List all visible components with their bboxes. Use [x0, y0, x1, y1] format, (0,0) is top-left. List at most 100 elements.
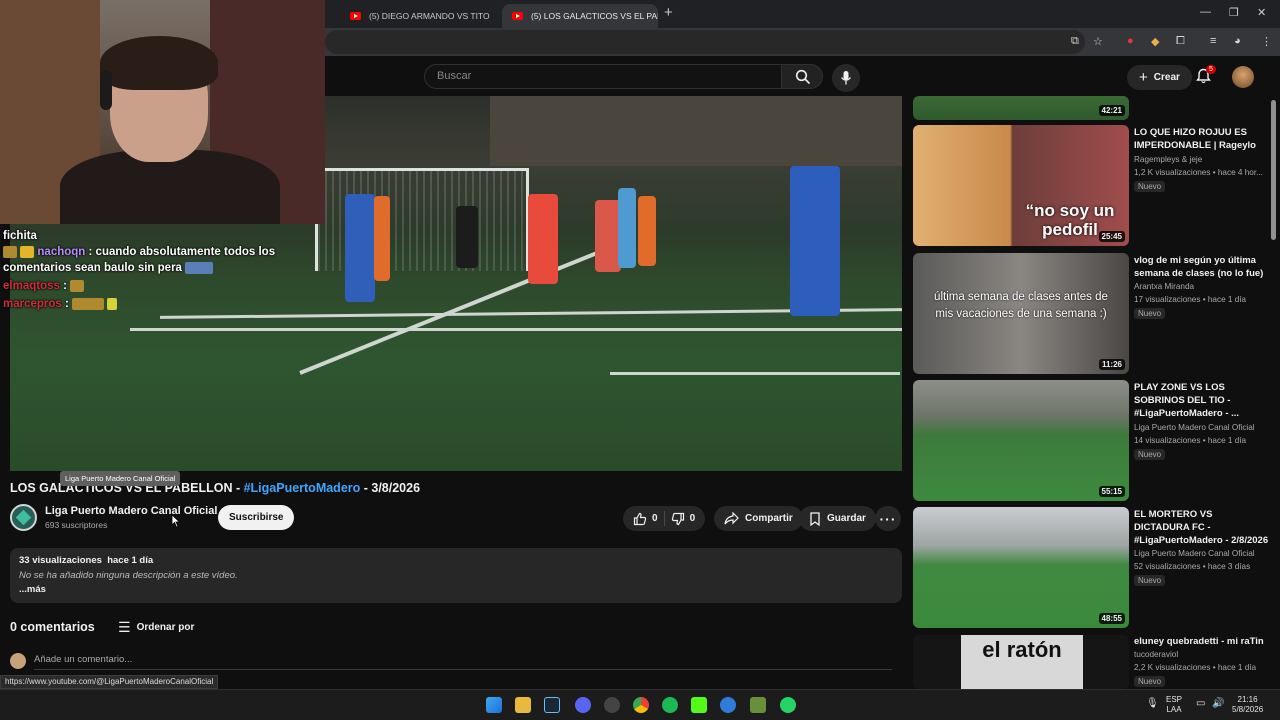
- browser-tab-1[interactable]: (5) DIEGO ARMANDO VS TITO ✕: [340, 4, 498, 28]
- recommended-title[interactable]: PLAY ZONE VS LOS SOBRINOS DEL TIO - #Lig…: [1134, 381, 1269, 420]
- description-box[interactable]: 33 visualizaciones hace 1 día No se ha a…: [10, 548, 902, 603]
- chat-text: :: [61, 298, 69, 310]
- chat-username: elmaqtoss: [3, 280, 60, 292]
- new-tab-icon[interactable]: +: [664, 4, 673, 21]
- language-code: ESP: [1166, 695, 1183, 704]
- sort-icon: ☰: [118, 619, 131, 635]
- page-scrollbar[interactable]: [1271, 100, 1276, 240]
- extension-icon[interactable]: ●: [1127, 35, 1134, 47]
- plus-icon: +: [1139, 69, 1148, 86]
- language-indicator[interactable]: ESP LAA: [1166, 695, 1182, 715]
- address-bar[interactable]: [325, 30, 1085, 54]
- spotify-icon[interactable]: [662, 697, 678, 713]
- more-actions-button[interactable]: ···: [875, 506, 901, 531]
- chat-username: marcepros: [3, 298, 62, 310]
- sort-comments-button[interactable]: ☰ Ordenar por: [118, 619, 194, 636]
- recommended-meta: 52 visualizaciones • hace 3 días: [1134, 562, 1251, 571]
- chrome-icon[interactable]: [633, 697, 649, 713]
- subscribe-button[interactable]: Suscribirse: [218, 505, 295, 530]
- microphone-tray-icon[interactable]: 🎙: [1146, 699, 1159, 709]
- recommended-channel[interactable]: Arantxa Miranda: [1134, 282, 1269, 291]
- show-more-link[interactable]: ...más: [19, 584, 893, 595]
- recommended-thumbnail[interactable]: última semana de clases antes de mis vac…: [913, 253, 1129, 374]
- bookmark-star-icon[interactable]: ☆: [1093, 35, 1103, 48]
- thumbnail-overlay-text: última semana de clases antes de mis vac…: [934, 291, 1108, 320]
- recommended-title[interactable]: LO QUE HIZO ROJUU ES IMPERDONABLE | Rage…: [1134, 126, 1269, 152]
- sort-label: Ordenar por: [136, 622, 195, 633]
- reading-list-icon[interactable]: ≡: [1210, 35, 1216, 47]
- volume-icon[interactable]: 🔊: [1212, 699, 1224, 709]
- thumbs-down-icon: [671, 512, 684, 525]
- extension-icon[interactable]: ◆: [1151, 35, 1159, 48]
- network-icon[interactable]: ▭: [1196, 699, 1205, 709]
- discord-icon[interactable]: [575, 697, 591, 713]
- keyboard-layout: LAA: [1166, 705, 1182, 714]
- channel-name-link[interactable]: Liga Puerto Madero Canal Oficial: [45, 505, 217, 517]
- recommended-channel[interactable]: tucoderaviol: [1134, 650, 1269, 659]
- steam-icon[interactable]: [544, 697, 560, 713]
- system-clock[interactable]: 21:16 5/8/2026: [1232, 695, 1263, 715]
- whatsapp-icon[interactable]: [780, 697, 796, 713]
- chat-emote-icon: [72, 297, 105, 310]
- video-frame-player: [345, 194, 375, 302]
- new-badge: Nuevo: [1134, 449, 1166, 460]
- app-icon[interactable]: [720, 697, 736, 713]
- install-app-icon[interactable]: ⧉: [1071, 35, 1079, 48]
- minimize-icon[interactable]: —: [1200, 6, 1211, 18]
- video-frame-player: [790, 166, 840, 316]
- tab-title: (5) LOS GALACTICOS VS EL PAB: [531, 11, 658, 21]
- video-hashtag-link[interactable]: #LigaPuertoMadero: [244, 481, 361, 495]
- voice-search-button[interactable]: [832, 64, 860, 92]
- browser-tab-2[interactable]: (5) LOS GALACTICOS VS EL PAB ✕: [502, 4, 658, 28]
- like-button[interactable]: 0: [633, 512, 658, 526]
- headset-icon: [100, 70, 112, 110]
- windows-taskbar: 🎙 ESP LAA ▭ 🔊 21:16 5/8/2026: [0, 689, 1280, 720]
- chat-message: nachoqn : cuando absolutamente todos los…: [3, 244, 323, 276]
- video-frame-player: [528, 194, 558, 284]
- app-icon[interactable]: [750, 697, 766, 713]
- recommended-title[interactable]: vlog de mi según yo última semana de cla…: [1134, 254, 1269, 280]
- recommended-channel[interactable]: Liga Puerto Madero Canal Oficial: [1134, 423, 1269, 432]
- search-button[interactable]: [781, 64, 823, 89]
- create-button[interactable]: + Crear: [1127, 65, 1192, 90]
- field-line: [610, 372, 900, 375]
- view-stats: 33 visualizaciones hace 1 día: [19, 555, 893, 566]
- dislike-button[interactable]: 0: [671, 512, 695, 526]
- new-badge: Nuevo: [1134, 308, 1166, 319]
- recommended-channel[interactable]: Liga Puerto Madero Canal Oficial: [1134, 549, 1269, 558]
- app-icon[interactable]: [604, 697, 620, 713]
- video-frame-player: [618, 188, 636, 268]
- start-windows-icon[interactable]: [486, 697, 502, 713]
- search-input[interactable]: Buscar: [424, 64, 782, 89]
- account-avatar[interactable]: [1232, 66, 1254, 88]
- channel-avatar[interactable]: [10, 504, 37, 531]
- recommended-title[interactable]: EL MORTERO VS DICTADURA FC - #LigaPuerto…: [1134, 508, 1269, 547]
- maximize-icon[interactable]: ❐: [1229, 6, 1239, 19]
- save-button[interactable]: Guardar: [799, 506, 876, 531]
- video-frame-player: [374, 196, 390, 281]
- share-button[interactable]: Compartir: [714, 506, 803, 531]
- recommended-thumbnail[interactable]: 42:21: [913, 96, 1129, 120]
- recommended-meta: 14 visualizaciones • hace 1 día: [1134, 436, 1247, 445]
- share-arrow-icon: [724, 512, 739, 525]
- subscriber-count: 693 suscriptores: [45, 520, 108, 530]
- video-title-date: - 3/8/2026: [360, 481, 421, 495]
- recommended-thumbnail[interactable]: el ratón: [913, 635, 1129, 689]
- browser-menu-icon[interactable]: ⋮: [1261, 35, 1272, 48]
- add-comment-input[interactable]: Añade un comentario...: [34, 654, 892, 670]
- notification-count-badge: 5: [1206, 65, 1216, 74]
- profile-icon[interactable]: ◕: [1234, 35, 1241, 47]
- recommended-thumbnail[interactable]: 48:55: [913, 507, 1129, 628]
- close-window-icon[interactable]: ✕: [1257, 6, 1266, 19]
- recommended-thumbnail[interactable]: “no soy un pedofil 25:45: [913, 125, 1129, 246]
- recommended-channel[interactable]: Ragempleys & jeje: [1134, 155, 1269, 164]
- file-explorer-icon[interactable]: [515, 697, 531, 713]
- recommended-title[interactable]: eluney quebradetti - mi raTin: [1134, 635, 1269, 648]
- thumbnail-overlay-text: el ratón: [982, 637, 1062, 662]
- channel-tooltip: Liga Puerto Madero Canal Oficial: [60, 471, 181, 486]
- video-frame-building: [490, 96, 902, 166]
- kick-icon[interactable]: [691, 697, 707, 713]
- extensions-puzzle-icon[interactable]: ⧠: [1176, 35, 1185, 48]
- chat-message: elmaqtoss :: [3, 278, 323, 294]
- recommended-thumbnail[interactable]: 55:15: [913, 380, 1129, 501]
